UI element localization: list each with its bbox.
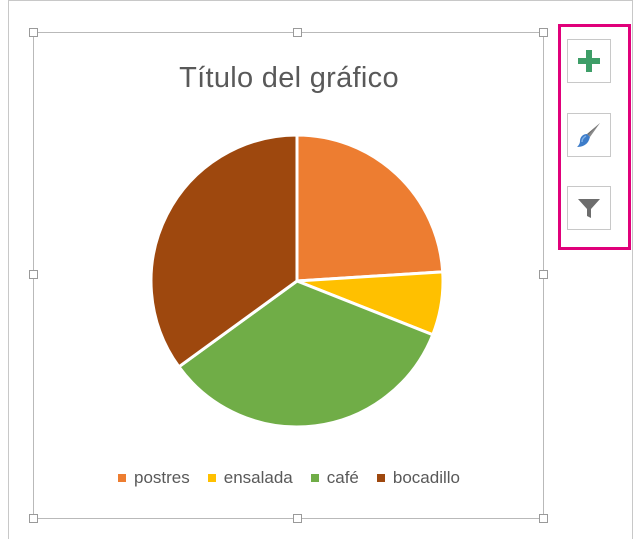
legend-item-cafe: café [310, 468, 359, 488]
legend-item-ensalada: ensalada [207, 468, 293, 488]
legend-swatch [117, 474, 126, 482]
legend-item-postres: postres [117, 468, 190, 488]
chart-filters-button[interactable] [567, 186, 611, 230]
pie-chart [149, 133, 445, 429]
legend-label: bocadillo [392, 468, 460, 487]
chart-elements-button[interactable] [567, 39, 611, 83]
funnel-icon [578, 199, 600, 218]
legend-label: café [326, 468, 359, 487]
legend-label: postres [133, 468, 190, 487]
chart-legend[interactable]: postres ensalada café bocadillo [0, 468, 578, 488]
chart-styles-button[interactable] [567, 113, 611, 157]
pie-slice-postres[interactable] [295, 133, 445, 283]
legend-swatch [207, 474, 216, 482]
legend-label: ensalada [223, 468, 293, 487]
legend-item-bocadillo: bocadillo [376, 468, 460, 488]
plus-icon [578, 50, 600, 72]
legend-swatch [376, 474, 385, 482]
legend-swatch [310, 474, 319, 482]
paintbrush-icon [577, 123, 600, 147]
